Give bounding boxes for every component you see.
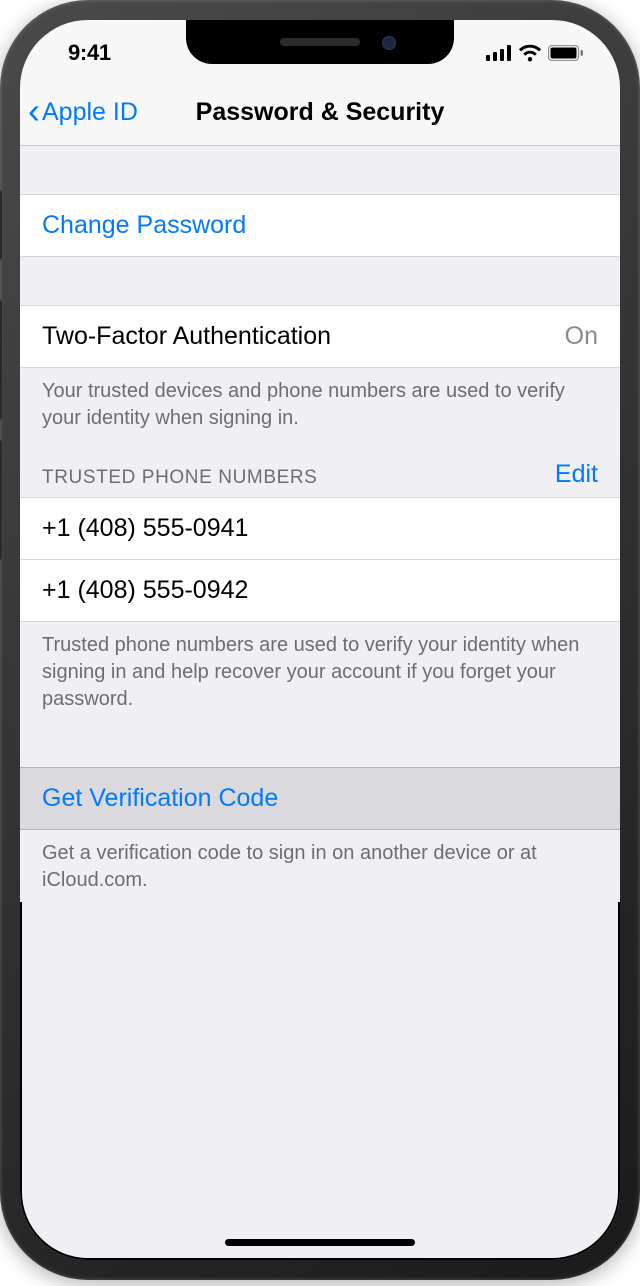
edit-button[interactable]: Edit bbox=[555, 460, 598, 489]
get-verification-code-label: Get Verification Code bbox=[42, 784, 278, 812]
trusted-number-row[interactable]: +1 (408) 555-0941 bbox=[20, 498, 620, 559]
trusted-numbers-header: TRUSTED PHONE NUMBERS Edit bbox=[20, 440, 620, 497]
front-camera bbox=[382, 36, 396, 50]
trusted-numbers-list: +1 (408) 555-0941 +1 (408) 555-0942 bbox=[20, 497, 620, 622]
verification-footer: Get a verification code to sign in on an… bbox=[20, 830, 620, 902]
trusted-numbers-header-label: TRUSTED PHONE NUMBERS bbox=[42, 467, 317, 489]
phone-frame: 9:41 ‹ bbox=[0, 0, 640, 1280]
page-title: Password & Security bbox=[196, 98, 445, 127]
navigation-bar: ‹ Apple ID Password & Security bbox=[20, 80, 620, 146]
notch bbox=[186, 20, 454, 64]
change-password-label: Change Password bbox=[42, 211, 246, 239]
wifi-icon bbox=[518, 44, 542, 62]
trusted-number-row[interactable]: +1 (408) 555-0942 bbox=[20, 559, 620, 621]
back-button-label: Apple ID bbox=[42, 98, 138, 127]
screen: 9:41 ‹ bbox=[20, 20, 620, 1260]
two-factor-label: Two-Factor Authentication bbox=[42, 322, 331, 351]
back-button[interactable]: ‹ Apple ID bbox=[28, 95, 138, 131]
chevron-left-icon: ‹ bbox=[28, 93, 40, 129]
trusted-numbers-footer: Trusted phone numbers are used to verify… bbox=[20, 622, 620, 721]
status-indicators bbox=[486, 38, 588, 62]
change-password-cell[interactable]: Change Password bbox=[20, 194, 620, 257]
get-verification-code-cell[interactable]: Get Verification Code bbox=[20, 767, 620, 830]
battery-icon bbox=[548, 45, 584, 61]
two-factor-footer: Your trusted devices and phone numbers a… bbox=[20, 368, 620, 440]
home-indicator[interactable] bbox=[225, 1239, 415, 1246]
cellular-icon bbox=[486, 45, 512, 61]
content-area: Change Password Two-Factor Authenticatio… bbox=[20, 146, 620, 902]
speaker-grille bbox=[280, 38, 360, 46]
status-time: 9:41 bbox=[52, 34, 111, 66]
two-factor-cell[interactable]: Two-Factor Authentication On bbox=[20, 305, 620, 368]
two-factor-value: On bbox=[565, 322, 598, 351]
